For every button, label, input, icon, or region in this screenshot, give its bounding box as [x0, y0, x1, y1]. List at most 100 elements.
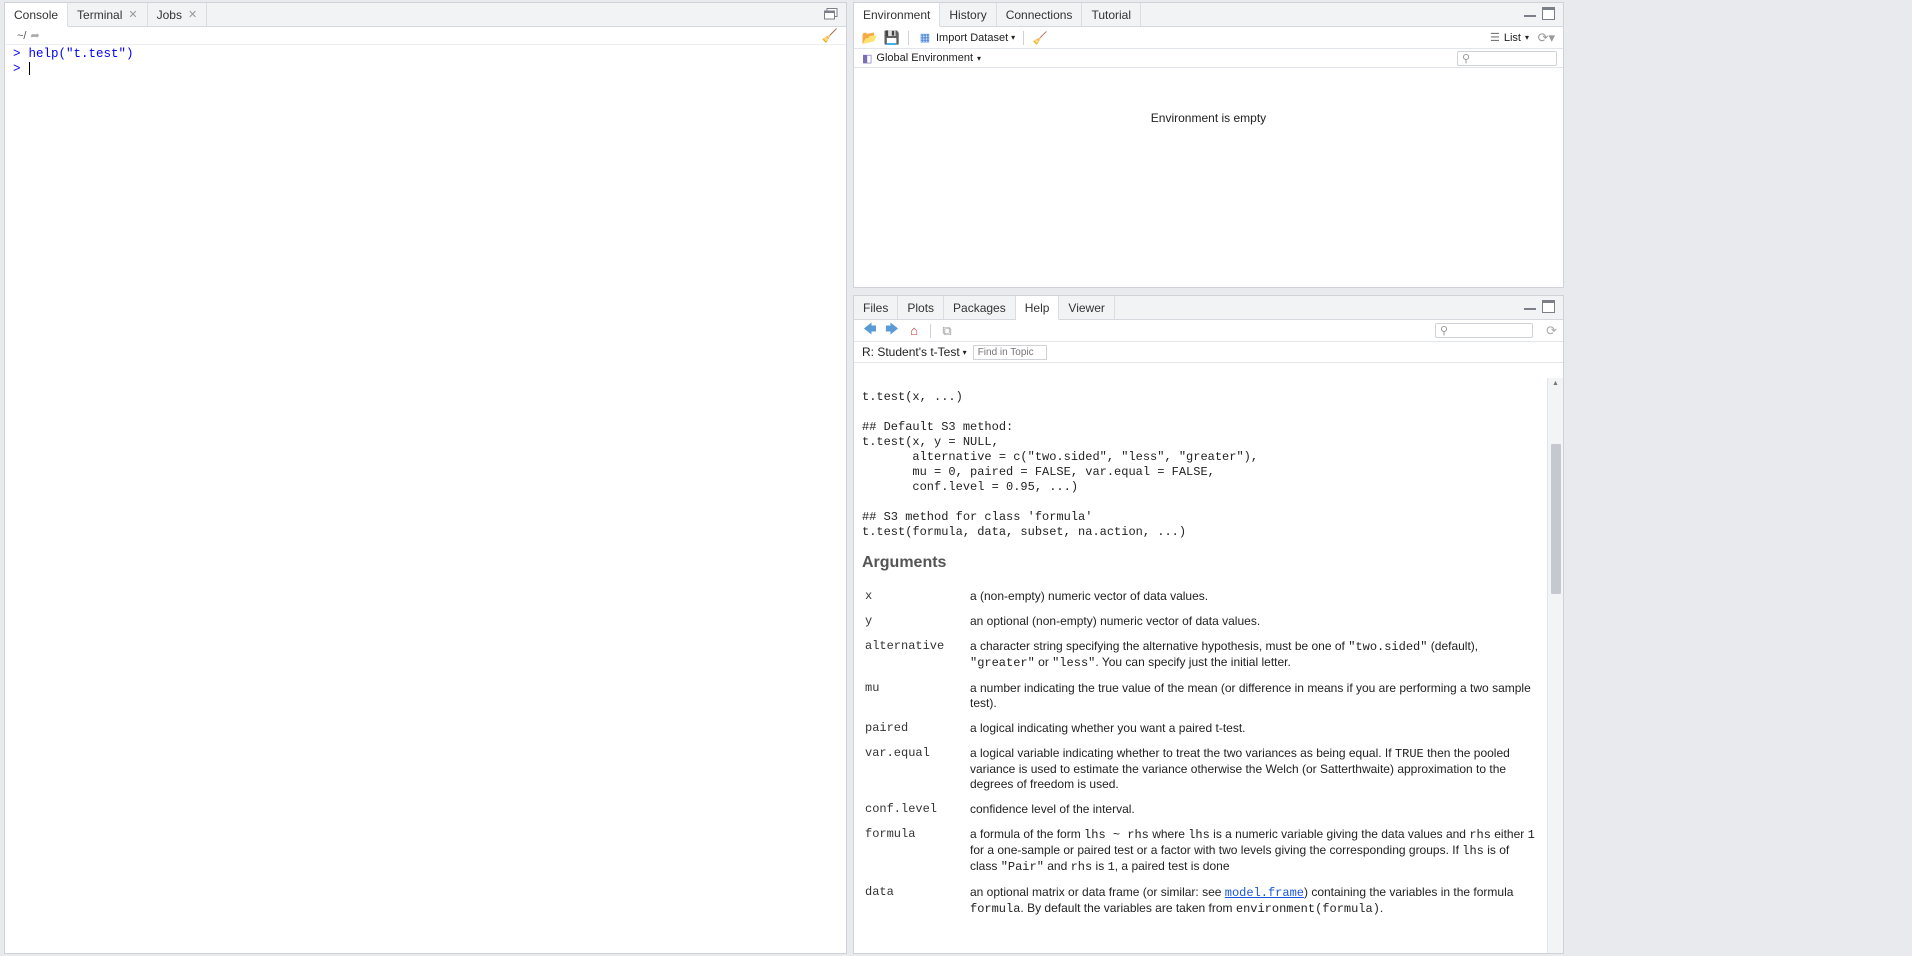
description-text: a logical variable indicating whether to… — [970, 746, 1395, 760]
description-text: , a paired test is done — [1114, 859, 1230, 873]
maximize-pane-icon[interactable] — [1542, 7, 1555, 20]
tab-jobs[interactable]: Jobs ✕ — [148, 3, 208, 26]
argument-row: mu a number indicating the true value of … — [862, 678, 1539, 718]
tab-label: Console — [14, 7, 59, 22]
list-icon: ☰ — [1489, 32, 1500, 44]
working-directory[interactable]: ~/ — [17, 30, 26, 42]
inline-code: lhs — [1462, 844, 1484, 858]
tab-files[interactable]: Files — [854, 296, 899, 319]
argument-row: conf.level confidence level of the interv… — [862, 799, 1539, 824]
find-in-topic-input[interactable] — [972, 344, 1047, 360]
inline-code: 1 — [1527, 828, 1535, 842]
help-scrollbar[interactable]: ▲ — [1547, 378, 1563, 953]
environment-pane: Environment History Connections Tutorial… — [853, 2, 1564, 288]
inline-code: environment(formula) — [1235, 902, 1380, 916]
close-icon[interactable]: ✕ — [188, 8, 197, 21]
inline-code: TRUE — [1394, 747, 1424, 761]
help-pane: Files Plots Packages Help Viewer 🡄 🡆 ⌂ ⧉… — [853, 295, 1564, 954]
scrollbar-thumb[interactable] — [1551, 444, 1561, 594]
argument-name: paired — [865, 721, 909, 735]
tab-packages[interactable]: Packages — [944, 296, 1016, 319]
description-text: where — [1148, 827, 1189, 841]
back-arrow-icon[interactable]: 🡄 — [862, 321, 878, 339]
clear-console-icon[interactable]: 🧹 — [822, 28, 838, 44]
broom-icon[interactable]: 🧹 — [1032, 30, 1048, 46]
description-text: or — [1034, 655, 1053, 669]
help-topic-dropdown[interactable]: R: Student's t-Test ▾ — [862, 345, 967, 359]
help-topic-bar: R: Student's t-Test ▾ — [854, 342, 1563, 363]
home-icon[interactable]: ⌂ — [906, 323, 922, 339]
argument-row: x a (non-empty) numeric vector of data va… — [862, 586, 1539, 611]
argument-row: var.equal a logical variable indicating w… — [862, 743, 1539, 799]
argument-description: a character string specifying the altern… — [967, 636, 1539, 678]
scroll-up-icon[interactable]: ▲ — [1548, 380, 1563, 387]
refresh-icon[interactable]: ⟳ — [1546, 323, 1557, 339]
tab-label: Files — [863, 300, 889, 315]
go-to-directory-icon[interactable]: ➦ — [30, 29, 39, 42]
arguments-heading: Arguments — [862, 554, 947, 571]
save-icon[interactable]: 💾 — [884, 30, 900, 46]
environment-tabbar: Environment History Connections Tutorial — [854, 3, 1563, 27]
import-dataset-button[interactable]: ▦ Import Dataset ▾ — [917, 30, 1015, 46]
description-text: a character string specifying the altern… — [970, 639, 1349, 653]
inline-code: formula — [970, 902, 1021, 916]
open-folder-icon[interactable]: 📂 — [862, 30, 878, 46]
help-search-input[interactable]: ⚲ — [1435, 323, 1533, 338]
environment-icon: ◧ — [862, 52, 873, 65]
minimize-pane-icon[interactable] — [1524, 15, 1536, 20]
text-cursor — [28, 62, 30, 76]
popout-icon[interactable]: ⧉ — [939, 323, 955, 339]
description-text: is — [1092, 859, 1108, 873]
tab-label: History — [949, 7, 987, 22]
description-text: for a one-sample or paired test or a fac… — [970, 843, 1463, 857]
argument-name: data — [865, 885, 894, 899]
argument-row: alternative a character string specifying… — [862, 636, 1539, 678]
inline-code: "Pair" — [1000, 860, 1044, 874]
maximize-pane-icon[interactable] — [1542, 300, 1555, 313]
chevron-down-icon: ▾ — [1011, 33, 1016, 42]
argument-description: confidence level of the interval. — [970, 802, 1135, 816]
toolbar-separator — [1023, 30, 1025, 45]
minimize-pane-icon[interactable] — [1524, 308, 1536, 313]
inline-code: 1 — [1107, 860, 1115, 874]
description-text: . You can specify just the initial lette… — [1095, 655, 1291, 669]
tab-plots[interactable]: Plots — [898, 296, 945, 319]
argument-name: x — [865, 589, 873, 603]
restore-pane-icon[interactable] — [824, 8, 838, 23]
arguments-table: x a (non-empty) numeric vector of data va… — [862, 586, 1539, 924]
tab-tutorial[interactable]: Tutorial — [1082, 3, 1142, 26]
global-environment-dropdown[interactable]: ◧ Global Environment ▾ — [862, 52, 981, 65]
argument-name: var.equal — [865, 746, 930, 760]
argument-row: formula a formula of the form lhs ~ rhs w… — [862, 824, 1539, 882]
console-prompt: > — [13, 47, 21, 61]
argument-description: a logical variable indicating whether to… — [967, 743, 1539, 799]
argument-name: formula — [865, 827, 916, 841]
console-output[interactable]: > help("t.test") > — [5, 45, 846, 77]
description-text: (default), — [1427, 639, 1479, 653]
description-text: . — [1379, 901, 1384, 915]
tab-environment[interactable]: Environment — [854, 3, 941, 27]
tab-label: Help — [1024, 300, 1050, 315]
search-icon: ⚲ — [1440, 325, 1449, 337]
environment-search-input[interactable]: ⚲ — [1457, 51, 1557, 66]
tab-console[interactable]: Console — [5, 3, 69, 27]
tab-help[interactable]: Help — [1015, 296, 1060, 320]
environment-empty-message: Environment is empty — [1150, 111, 1267, 125]
tab-connections[interactable]: Connections — [997, 3, 1083, 26]
inline-code: "greater" — [970, 656, 1035, 670]
forward-arrow-icon[interactable]: 🡆 — [884, 321, 900, 339]
argument-description: an optional (non-empty) numeric vector o… — [970, 614, 1261, 628]
refresh-icon[interactable]: ⟳▾ — [1538, 30, 1555, 46]
console-tabbar: Console Terminal ✕ Jobs ✕ — [5, 3, 846, 27]
argument-description: a logical indicating whether you want a … — [970, 721, 1246, 735]
description-text: ) containing the variables in the formul… — [1303, 885, 1514, 899]
close-icon[interactable]: ✕ — [128, 8, 137, 21]
console-path-bar: ~/ ➦ 🧹 — [5, 27, 846, 45]
view-mode-dropdown[interactable]: ☰ List ▾ — [1489, 31, 1529, 45]
argument-name: conf.level — [865, 802, 938, 816]
tab-history[interactable]: History — [940, 3, 997, 26]
tab-terminal[interactable]: Terminal ✕ — [68, 3, 148, 26]
tab-viewer[interactable]: Viewer — [1059, 296, 1115, 319]
model-frame-link[interactable]: model.frame — [1225, 886, 1304, 900]
help-tabbar: Files Plots Packages Help Viewer — [854, 296, 1563, 320]
